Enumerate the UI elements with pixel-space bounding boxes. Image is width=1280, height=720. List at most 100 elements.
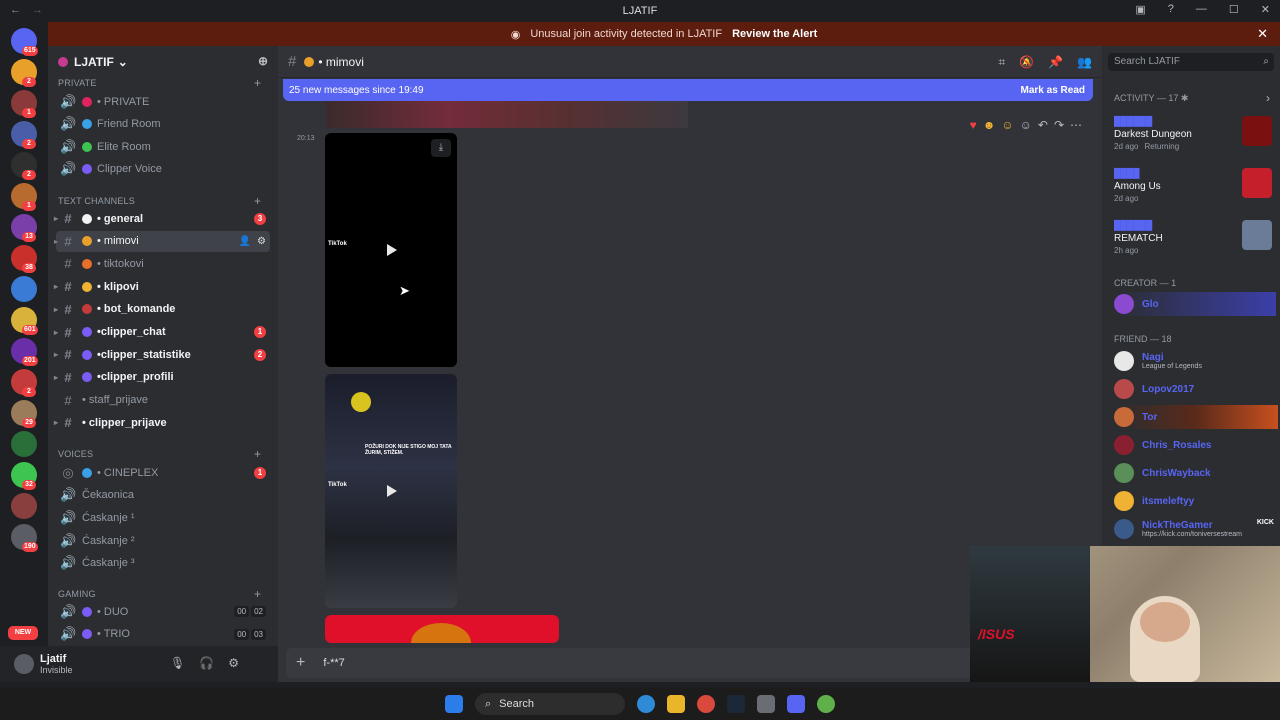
gear-icon[interactable]: ⚙ — [257, 236, 266, 247]
composer-input[interactable]: f-**7 — [323, 657, 344, 669]
forward-icon[interactable]: ↷ — [1054, 118, 1064, 132]
play-icon[interactable] — [387, 485, 397, 497]
voice-channel-item[interactable]: 🔊 Elite Room — [56, 136, 270, 157]
download-icon[interactable]: ⤓ — [431, 139, 451, 157]
voice-channel-item[interactable]: 🔊 • DUO 00 02 — [56, 601, 270, 622]
message-composer[interactable]: + f-**7 — [286, 648, 976, 678]
avatar[interactable] — [14, 654, 34, 674]
add-channel-icon[interactable]: + — [254, 587, 261, 601]
edge-icon[interactable] — [637, 695, 655, 713]
voice-channel-item[interactable]: 🔊 • PRIVATE — [56, 91, 270, 112]
inbox-icon[interactable]: ▣ — [1135, 3, 1145, 16]
text-channel-item[interactable]: ▸ # • klipovi — [54, 276, 270, 297]
category-gaming[interactable]: GAMING + — [58, 587, 261, 601]
text-channel-item[interactable]: # • tiktokovi — [56, 253, 270, 274]
voice-channel-item[interactable]: 🔊 Ćaskanje ² — [56, 530, 270, 551]
text-channel-item[interactable]: ▸ # • clipper_prijave — [54, 412, 270, 433]
member-item[interactable]: NickTheGamer https://kick.com/toniversest… — [1114, 517, 1278, 541]
server-icon[interactable] — [11, 276, 37, 302]
video-attachment[interactable]: POŽURI DOK NIJE STIGO MOJ TATA ŽURIM, ST… — [325, 374, 457, 608]
mark-as-read-button[interactable]: Mark as Read — [1021, 85, 1085, 96]
text-channel-item[interactable]: ▸ # •clipper_chat 1 — [54, 322, 270, 343]
member-item[interactable]: Glo — [1114, 292, 1276, 316]
category-text-channels[interactable]: Text Channels + — [58, 194, 261, 208]
text-channel-item[interactable]: # • staff_prijave — [56, 390, 270, 411]
member-name: Tor — [1142, 411, 1158, 423]
member-item[interactable]: Chris_Rosales — [1114, 433, 1278, 457]
new-badge[interactable]: NEW — [8, 626, 38, 640]
voice-channel-item[interactable]: 🔊 Čekaonica — [56, 485, 270, 506]
headphones-icon[interactable]: 🎧 — [199, 656, 214, 670]
member-item[interactable]: Tor — [1114, 405, 1278, 429]
add-channel-icon[interactable]: + — [254, 76, 261, 90]
taskbar-search[interactable]: ⌕ Search — [475, 693, 625, 715]
channel-emoji-icon — [82, 349, 92, 360]
category-voices[interactable]: VOICES + — [58, 447, 261, 461]
activity-card[interactable]: ██████ Darkest Dungeon 2d ago Returning — [1114, 116, 1274, 158]
category-private[interactable]: PRIVATE + — [58, 76, 261, 90]
voice-channel-item[interactable]: 🔊 Ćaskanje ³ — [56, 553, 270, 574]
threads-icon[interactable]: ⌗ — [998, 55, 1005, 70]
start-icon[interactable] — [445, 695, 463, 713]
invite-icon[interactable]: ⊕ — [258, 54, 268, 68]
play-icon[interactable] — [387, 244, 397, 256]
review-alert-button[interactable]: Review the Alert — [732, 28, 817, 40]
search-input[interactable]: Search LJATIF ⌕ — [1108, 53, 1274, 71]
previous-image[interactable] — [326, 101, 688, 128]
mute-bell-icon[interactable]: 🔕 — [1019, 55, 1034, 70]
member-item[interactable]: Nagi League of Legends — [1114, 349, 1278, 373]
forward-arrow-icon[interactable]: → — [32, 4, 43, 16]
members-icon[interactable]: 👥 — [1077, 55, 1092, 70]
voice-channel-item[interactable]: 🔊 Ćaskanje ¹ — [56, 507, 270, 528]
browser-icon[interactable] — [817, 695, 835, 713]
image-attachment[interactable] — [325, 615, 559, 643]
heart-reaction-icon[interactable]: ♥ — [970, 118, 977, 132]
activity-card[interactable]: ████ Among Us 2d ago — [1114, 168, 1274, 210]
joy-reaction-icon[interactable]: ☺ — [1001, 118, 1013, 132]
channel-name: Friend Room — [97, 118, 161, 131]
server-header[interactable]: LJATIF ⌄ ⊕ — [48, 46, 278, 78]
more-icon[interactable]: ⋯ — [1070, 118, 1082, 132]
laugh-reaction-icon[interactable]: ☻ — [983, 118, 996, 132]
voice-channel-item[interactable]: ◎ • CINEPLEX 1 — [56, 462, 270, 483]
member-item[interactable]: itsmeleftyy — [1114, 489, 1278, 513]
video-attachment[interactable]: ⤓ TikTok ➤ — [325, 133, 457, 367]
add-channel-icon[interactable]: + — [254, 194, 261, 208]
minimize-icon[interactable]: — — [1196, 3, 1207, 16]
voice-channel-item[interactable]: 🔊 Friend Room — [56, 114, 270, 135]
text-channel-item[interactable]: ▸ # • mimovi 👤 ⚙ — [54, 230, 270, 252]
microphone-icon[interactable]: 🎙 — [170, 656, 185, 670]
file-explorer-icon[interactable] — [667, 695, 685, 713]
new-messages-bar[interactable]: 25 new messages since 19:49 Mark as Read — [283, 79, 1093, 101]
member-item[interactable]: Lopov2017 — [1114, 377, 1278, 401]
add-attachment-icon[interactable]: + — [296, 654, 305, 672]
activity-header[interactable]: Activity — 17 ✱ — [1114, 93, 1188, 104]
steam-icon[interactable] — [727, 695, 745, 713]
voice-channel-item[interactable]: 🔊 • TRIO 00 03 — [56, 624, 270, 645]
text-channel-item[interactable]: ▸ # •clipper_profili — [54, 367, 270, 388]
close-window-icon[interactable]: ✕ — [1261, 3, 1270, 16]
text-channel-item[interactable]: ▸ # •clipper_statistike 2 — [54, 344, 270, 365]
gear-icon[interactable]: ✱ — [1181, 93, 1189, 103]
back-arrow-icon[interactable]: ← — [10, 4, 21, 16]
invite-icon[interactable]: 👤 — [239, 236, 251, 247]
help-icon[interactable]: ? — [1168, 3, 1174, 16]
text-channel-item[interactable]: ▸ # • general 3 — [54, 208, 270, 229]
settings-icon[interactable] — [757, 695, 775, 713]
server-icon[interactable] — [11, 493, 37, 519]
voice-channel-item[interactable]: 🔊 Clipper Voice — [56, 159, 270, 180]
maximize-icon[interactable]: ☐ — [1229, 3, 1239, 16]
settings-gear-icon[interactable]: ⚙ — [228, 656, 239, 670]
chrome-icon[interactable] — [697, 695, 715, 713]
text-channel-item[interactable]: ▸ # • bot_komande — [54, 299, 270, 320]
activity-card[interactable]: ██████ REMATCH 2h ago — [1114, 220, 1274, 262]
add-reaction-icon[interactable]: ☺ — [1020, 118, 1032, 132]
reply-icon[interactable]: ↶ — [1038, 118, 1048, 132]
discord-icon[interactable] — [787, 695, 805, 713]
member-item[interactable]: ChrisWayback — [1114, 461, 1278, 485]
add-channel-icon[interactable]: + — [254, 447, 261, 461]
server-icon[interactable] — [11, 431, 37, 457]
chevron-right-icon[interactable]: › — [1266, 91, 1270, 105]
pin-icon[interactable]: 📌 — [1048, 55, 1063, 70]
close-alert-icon[interactable]: ✕ — [1257, 26, 1268, 42]
